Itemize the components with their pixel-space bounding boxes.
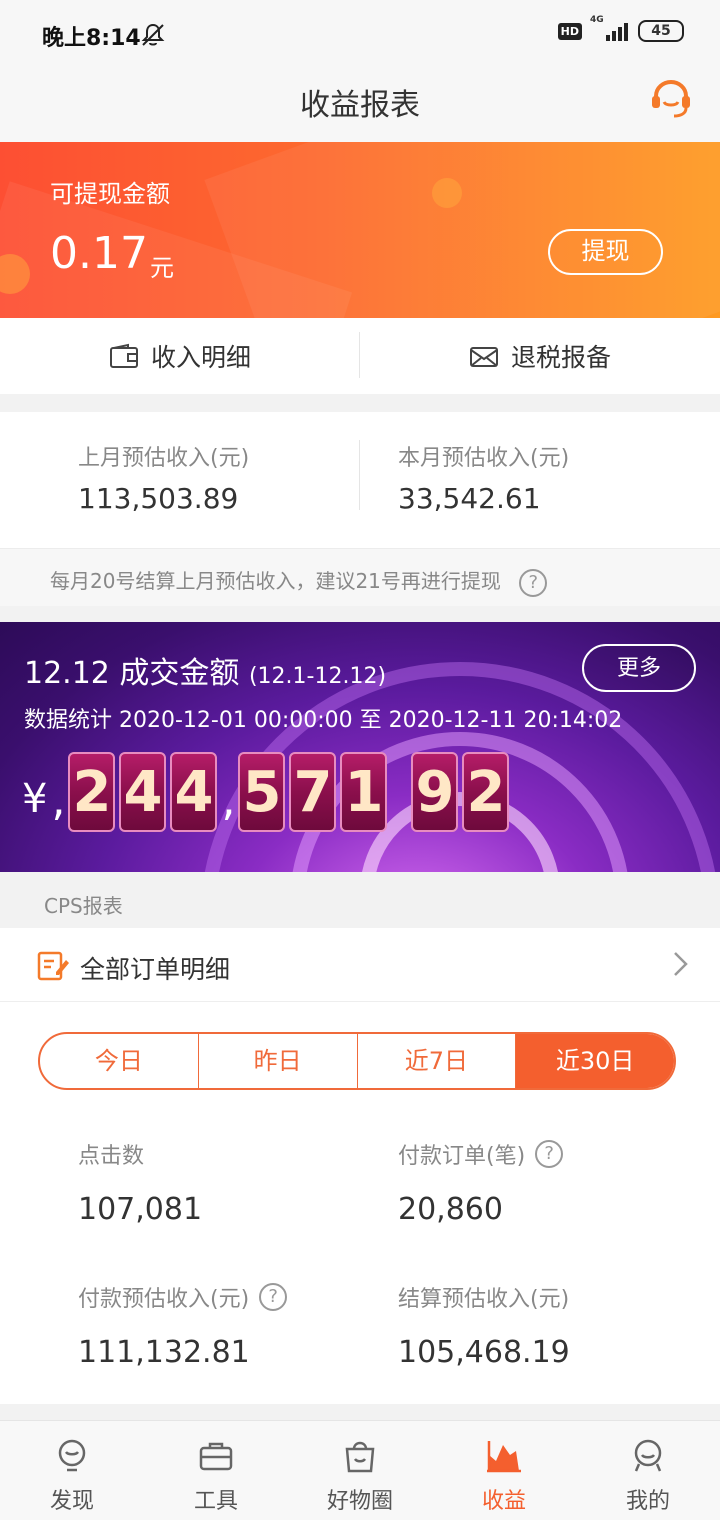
tab-tools-label: 工具: [193, 1489, 238, 1514]
battery-indicator: 45: [638, 20, 684, 42]
this-month-value: 33,542.61: [398, 482, 541, 515]
balance-unit: 元: [150, 254, 174, 282]
more-button[interactable]: 更多: [582, 644, 696, 692]
tab-last-7-days[interactable]: 近7日: [358, 1034, 517, 1088]
all-orders-row[interactable]: 全部订单明细: [0, 928, 720, 1002]
paid-income-value: 111,132.81: [78, 1335, 250, 1370]
hd-badge: HD: [557, 22, 582, 40]
gmv-digit: 4: [119, 752, 167, 832]
mute-icon: [141, 23, 165, 46]
tab-earnings-label: 收益: [481, 1489, 526, 1514]
paid-orders-label: 付款订单(笔): [398, 1144, 526, 1169]
network-label: 4G: [590, 15, 604, 25]
promo-banner[interactable]: 12.12 成交金额 (12.1-12.12) 更多 数据统计 2020-12-…: [0, 622, 720, 872]
tab-yesterday[interactable]: 昨日: [199, 1034, 358, 1088]
page-title: 收益报表: [300, 88, 420, 123]
quick-actions: 收入明细 退税报备: [0, 318, 720, 394]
balance-label: 可提现金额: [50, 180, 170, 208]
paid-orders-value: 20,860: [398, 1192, 503, 1227]
toolbox-icon: [199, 1442, 233, 1471]
date-range-tabs: 今日 昨日 近7日 近30日: [38, 1032, 676, 1090]
thousand-separator: ,: [221, 775, 236, 826]
help-icon[interactable]: ?: [259, 1283, 288, 1311]
bulb-icon: [58, 1439, 86, 1472]
paid-orders-stat: 付款订单(笔) ? 20,860: [398, 1138, 564, 1227]
notice-text: 每月20号结算上月预估收入，建议21号再进行提现: [50, 569, 501, 593]
settled-income-stat: 结算预估收入(元) 105,468.19: [398, 1281, 570, 1370]
settled-income-value: 105,468.19: [398, 1335, 570, 1370]
tab-discover-label: 发现: [49, 1489, 94, 1514]
currency-symbol: ¥: [22, 776, 48, 822]
help-icon[interactable]: ?: [519, 569, 548, 597]
bottom-tab-bar: 发现 工具 好物圈 收益 我的: [0, 1420, 720, 1520]
settled-income-label: 结算预估收入(元): [398, 1287, 570, 1312]
cps-stats-card: 今日 昨日 近7日 近30日 点击数 107,081 付款订单(笔) ? 20,…: [0, 1002, 720, 1404]
gmv-digit: 5: [238, 752, 286, 832]
income-detail-label: 收入明细: [150, 343, 251, 372]
promo-range: (12.1-12.12): [248, 664, 387, 689]
all-orders-label: 全部订单明细: [80, 955, 231, 984]
thousand-separator: ,: [51, 775, 66, 826]
cps-section-header: CPS报表: [0, 872, 720, 928]
tab-mine-label: 我的: [625, 1489, 670, 1514]
paid-income-stat: 付款预估收入(元) ? 111,132.81: [78, 1281, 288, 1370]
chart-icon: [487, 1441, 521, 1473]
gmv-digit: 9: [411, 752, 459, 832]
tab-today[interactable]: 今日: [40, 1034, 199, 1088]
withdraw-button[interactable]: 提现: [548, 229, 663, 275]
gmv-counter: ¥ , 2 4 4 , 5 7 1 9 2: [22, 752, 513, 832]
bag-icon: [345, 1441, 375, 1473]
last-month-income: 上月预估收入(元) 113,503.89: [78, 440, 249, 515]
customer-service-icon[interactable]: [648, 76, 694, 122]
clicks-stat: 点击数 107,081: [78, 1138, 202, 1227]
promo-title: 12.12 成交金额 (12.1-12.12): [24, 648, 386, 692]
order-edit-icon: [37, 951, 69, 981]
this-month-label: 本月预估收入(元): [398, 446, 570, 471]
mail-icon: [469, 347, 498, 367]
wallet-icon: [109, 343, 138, 368]
clicks-label: 点击数: [78, 1144, 145, 1169]
profile-icon: [634, 1439, 662, 1472]
gmv-digit: 1: [340, 752, 388, 832]
balance-card: 可提现金额 0.17 元 提现: [0, 142, 720, 318]
divider: [359, 332, 360, 378]
gmv-digit: 4: [170, 752, 218, 832]
promo-title-text: 12.12 成交金额: [24, 656, 240, 691]
tab-goods-circle[interactable]: 好物圈: [288, 1421, 432, 1520]
monthly-income-card: 上月预估收入(元) 113,503.89 本月预估收入(元) 33,542.61: [0, 412, 720, 548]
tax-refund-button[interactable]: 退税报备: [360, 318, 720, 394]
help-icon[interactable]: ?: [535, 1140, 564, 1168]
gmv-digit: 2: [462, 752, 510, 832]
tab-last-30-days[interactable]: 近30日: [516, 1034, 674, 1088]
gmv-digit: 2: [68, 752, 116, 832]
this-month-income: 本月预估收入(元) 33,542.61: [398, 440, 569, 515]
income-detail-button[interactable]: 收入明细: [0, 318, 360, 394]
balance-amount: 0.17: [50, 228, 148, 279]
status-time: 晚上8:14: [42, 26, 141, 51]
chevron-right-icon: [674, 952, 688, 976]
tab-discover[interactable]: 发现: [0, 1421, 144, 1520]
gmv-digit: 7: [289, 752, 337, 832]
tab-mine[interactable]: 我的: [576, 1421, 720, 1520]
paid-income-label: 付款预估收入(元): [78, 1287, 250, 1312]
settlement-notice: 每月20号结算上月预估收入，建议21号再进行提现 ?: [0, 548, 720, 606]
tab-earnings[interactable]: 收益: [432, 1421, 576, 1520]
promo-stats-period: 数据统计 2020-12-01 00:00:00 至 2020-12-11 20…: [24, 708, 623, 733]
tax-refund-label: 退税报备: [510, 343, 611, 372]
nav-bar: 收益报表: [0, 60, 720, 142]
cps-section-title: CPS报表: [44, 894, 123, 918]
divider: [359, 440, 360, 510]
last-month-label: 上月预估收入(元): [78, 446, 250, 471]
clicks-value: 107,081: [78, 1192, 203, 1227]
signal-icon: 4G: [590, 15, 628, 41]
last-month-value: 113,503.89: [78, 482, 239, 515]
tab-tools[interactable]: 工具: [144, 1421, 288, 1520]
tab-goods-circle-label: 好物圈: [326, 1489, 393, 1514]
